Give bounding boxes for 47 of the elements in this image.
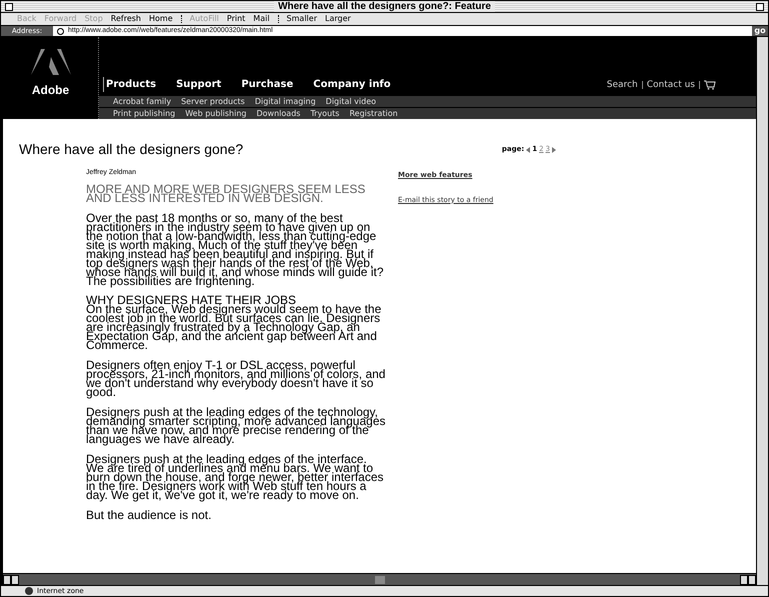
nav-link[interactable]: Products (103, 77, 156, 92)
subnav-link[interactable]: Web publishing (185, 108, 246, 120)
paragraph: But the audience is not. (86, 510, 212, 520)
toolbar-button[interactable]: Smaller (286, 14, 317, 24)
paragraph: On the surface, Web designers would seem to have the coolest job in the world. But surfaces can lie. Designers are increasingly frustrated by a Technology Gap, an Expectation Gap, and the ancient gap between Art and Commerce. (86, 304, 382, 350)
scroll-right-button[interactable] (748, 574, 756, 584)
cart-icon[interactable] (704, 80, 716, 90)
toolbar-button[interactable]: Print (226, 14, 246, 24)
scroll-left-button[interactable] (740, 574, 748, 584)
scroll-right-button[interactable] (11, 574, 19, 584)
next-arrow-icon[interactable] (552, 146, 556, 152)
vertical-scrollbar[interactable] (756, 37, 768, 585)
toolbar-button[interactable]: Larger (324, 14, 351, 24)
subnav-link[interactable]: Registration (349, 108, 398, 120)
deck-text: MORE AND MORE WEB DESIGNERS SEEM LESS AND LESS INTERESTED IN WEB DESIGN. (86, 184, 366, 202)
window-title: Where have all the designers gone?: Feature (274, 1, 495, 12)
toolbar-button[interactable]: Refresh (110, 14, 141, 24)
zoom-box-icon[interactable] (756, 2, 764, 10)
scroll-thumb[interactable] (374, 576, 384, 584)
section-heading: WHY DESIGNERS HATE THEIR JOBS (86, 296, 298, 304)
subnav-link[interactable]: Digital imaging (254, 96, 316, 108)
globe-icon (25, 587, 33, 595)
globe-icon (57, 28, 64, 34)
header-link[interactable]: Search (606, 78, 638, 92)
nav-link[interactable]: Support (176, 77, 222, 92)
paragraph: Designers push at the leading edges of the interface. We are tired of underlines and menu bars. We want to burn down the house, and forge newer, better interfaces in the fire. Designers work with Web stuff ten hours a day. We get it, we've got it, we're ready to move on. (86, 454, 385, 500)
logo-icon (28, 47, 72, 77)
toolbar-button[interactable]: Home (149, 14, 173, 24)
subnav-link[interactable]: Acrobat family (113, 96, 172, 108)
scroll-left-button[interactable] (3, 574, 11, 584)
paragraph: Designers often enjoy T-1 or DSL access, powerful processors, 21-inch monitors, and millions of colors, and we don't understand why everybody doesn't have it so good. (86, 360, 386, 396)
subnav-link[interactable]: Print publishing (113, 108, 176, 120)
article-title: Where have all the designers gone? (19, 140, 244, 159)
toolbar-button[interactable]: Mail (253, 14, 270, 24)
go-button[interactable]: go (752, 26, 768, 36)
subnav-link[interactable]: Tryouts (310, 108, 340, 120)
close-box-icon[interactable] (5, 2, 13, 10)
previous-arrow-icon[interactable] (526, 146, 530, 152)
logo-text: Adobe (32, 82, 70, 99)
nav-link[interactable]: Purchase (241, 77, 294, 92)
paragraph: Designers push at the leading edges of the technology, demanding smarter scripting, more advanced languages than we have now, and more precise rendering of the languages we have already. (86, 408, 386, 444)
nav-link[interactable]: Company info (313, 77, 391, 92)
subnav-link[interactable]: Digital video (326, 96, 376, 108)
header-link[interactable]: Contact us (646, 78, 695, 92)
paragraph: Over the past 18 months or so, many of the best practitioners in the industry seem to have given up on the notion that a low-bandwidth, less than cutting-edge site is worth making. Much of the stuff they've been making instead has been beautiful and inspiring. But if top designers wash their hands of the rest of the Web, whose hands will build it, and whose minds will guide it? The possibilities are frightening. (86, 214, 384, 286)
subnav-link[interactable]: Server products (181, 96, 245, 108)
subnav-link[interactable]: Downloads (256, 108, 300, 120)
